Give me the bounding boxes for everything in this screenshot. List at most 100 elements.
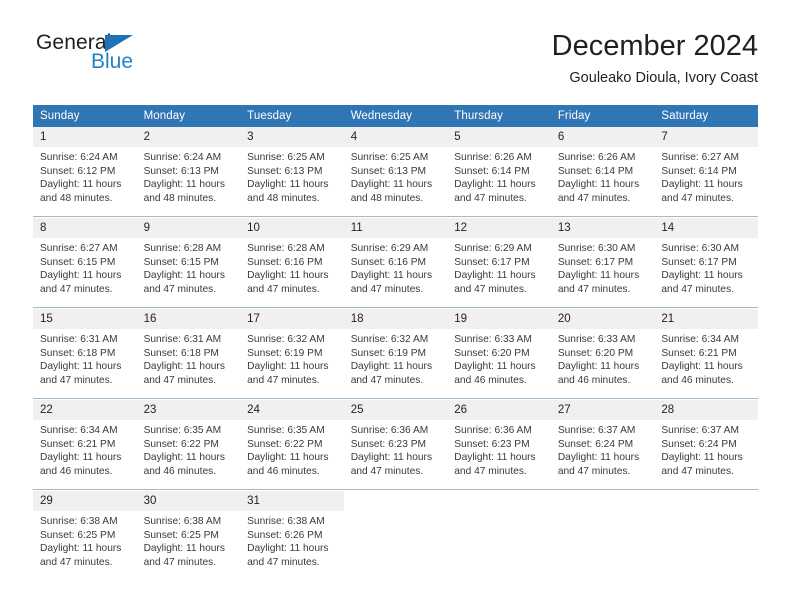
day-cell[interactable]: Sunrise: 6:29 AM Sunset: 6:17 PM Dayligh… xyxy=(447,238,551,308)
day-cell[interactable]: Sunrise: 6:38 AM Sunset: 6:25 PM Dayligh… xyxy=(136,511,241,580)
sunset-text: Sunset: 6:14 PM xyxy=(557,165,634,177)
day-cell[interactable]: Sunrise: 6:33 AM Sunset: 6:20 PM Dayligh… xyxy=(447,329,551,399)
weekday-header-tuesday: Tuesday xyxy=(240,105,344,127)
daylight-text-line1: Daylight: 11 hours xyxy=(143,543,225,555)
sunrise-text: Sunrise: 6:35 AM xyxy=(247,425,325,436)
day-number[interactable]: 19 xyxy=(447,309,551,329)
sunset-text: Sunset: 6:25 PM xyxy=(143,529,219,541)
daylight-text-line1: Daylight: 11 hours xyxy=(247,452,329,464)
daylight-text-line2: and 47 minutes. xyxy=(557,192,631,204)
sunset-text: Sunset: 6:15 PM xyxy=(40,256,116,268)
day-cell[interactable]: Sunrise: 6:38 AM Sunset: 6:26 PM Dayligh… xyxy=(240,511,344,580)
day-cell[interactable]: Sunrise: 6:27 AM Sunset: 6:15 PM Dayligh… xyxy=(33,238,137,308)
sunset-text: Sunset: 6:19 PM xyxy=(247,347,323,359)
day-cell[interactable]: Sunrise: 6:32 AM Sunset: 6:19 PM Dayligh… xyxy=(343,329,448,399)
day-number[interactable]: 2 xyxy=(136,127,241,147)
day-number[interactable]: 3 xyxy=(240,127,344,147)
day-cell[interactable]: Sunrise: 6:34 AM Sunset: 6:21 PM Dayligh… xyxy=(654,329,758,399)
daylight-text-line2: and 47 minutes. xyxy=(40,374,113,386)
day-cell[interactable]: Sunrise: 6:31 AM Sunset: 6:18 PM Dayligh… xyxy=(33,329,137,399)
day-number[interactable]: 22 xyxy=(33,400,137,420)
daylight-text-line1: Daylight: 11 hours xyxy=(454,361,536,373)
day-number[interactable]: 30 xyxy=(136,491,241,511)
day-cell-empty xyxy=(550,511,655,580)
week-info-row: Sunrise: 6:38 AM Sunset: 6:25 PM Dayligh… xyxy=(33,511,758,580)
daylight-text-line2: and 48 minutes. xyxy=(40,192,113,204)
day-cell[interactable]: Sunrise: 6:26 AM Sunset: 6:14 PM Dayligh… xyxy=(550,147,655,217)
title-block: December 2024 Gouleako Dioula, Ivory Coa… xyxy=(552,30,758,88)
day-cell[interactable]: Sunrise: 6:30 AM Sunset: 6:17 PM Dayligh… xyxy=(654,238,758,308)
day-cell[interactable]: Sunrise: 6:32 AM Sunset: 6:19 PM Dayligh… xyxy=(240,329,344,399)
day-cell[interactable]: Sunrise: 6:25 AM Sunset: 6:13 PM Dayligh… xyxy=(240,147,344,217)
day-cell[interactable]: Sunrise: 6:28 AM Sunset: 6:15 PM Dayligh… xyxy=(136,238,241,308)
sunset-text: Sunset: 6:23 PM xyxy=(454,438,530,450)
day-cell[interactable]: Sunrise: 6:37 AM Sunset: 6:24 PM Dayligh… xyxy=(550,420,655,490)
daylight-text-line1: Daylight: 11 hours xyxy=(557,452,640,464)
day-number[interactable]: 5 xyxy=(447,127,551,147)
day-cell[interactable]: Sunrise: 6:26 AM Sunset: 6:14 PM Dayligh… xyxy=(447,147,551,217)
day-number[interactable]: 26 xyxy=(447,400,551,420)
day-number[interactable]: 14 xyxy=(654,218,758,238)
day-cell[interactable]: Sunrise: 6:37 AM Sunset: 6:24 PM Dayligh… xyxy=(654,420,758,490)
day-cell[interactable]: Sunrise: 6:29 AM Sunset: 6:16 PM Dayligh… xyxy=(343,238,448,308)
sunrise-text: Sunrise: 6:33 AM xyxy=(557,334,636,345)
daylight-text-line2: and 47 minutes. xyxy=(350,465,424,477)
day-cell[interactable]: Sunrise: 6:30 AM Sunset: 6:17 PM Dayligh… xyxy=(550,238,655,308)
day-cell[interactable]: Sunrise: 6:38 AM Sunset: 6:25 PM Dayligh… xyxy=(33,511,137,580)
day-number[interactable]: 24 xyxy=(240,400,344,420)
daylight-text-line1: Daylight: 11 hours xyxy=(454,452,536,464)
day-number[interactable]: 21 xyxy=(654,309,758,329)
day-number[interactable]: 11 xyxy=(343,218,448,238)
sunrise-text: Sunrise: 6:31 AM xyxy=(40,334,118,345)
daylight-text-line2: and 46 minutes. xyxy=(247,465,320,477)
sunrise-text: Sunrise: 6:24 AM xyxy=(40,152,118,163)
page-title: December 2024 xyxy=(551,30,758,62)
daylight-text-line2: and 47 minutes. xyxy=(661,192,734,204)
day-number[interactable]: 18 xyxy=(343,309,448,329)
day-number[interactable]: 8 xyxy=(33,218,137,238)
day-number[interactable]: 10 xyxy=(240,218,344,238)
sunset-text: Sunset: 6:13 PM xyxy=(247,165,323,177)
daylight-text-line2: and 46 minutes. xyxy=(454,374,527,386)
sunset-text: Sunset: 6:17 PM xyxy=(661,256,737,268)
day-cell[interactable]: Sunrise: 6:24 AM Sunset: 6:13 PM Dayligh… xyxy=(136,147,241,217)
day-cell[interactable]: Sunrise: 6:27 AM Sunset: 6:14 PM Dayligh… xyxy=(654,147,758,217)
day-number[interactable]: 28 xyxy=(654,400,758,420)
daylight-text-line1: Daylight: 11 hours xyxy=(454,270,536,282)
day-number[interactable]: 13 xyxy=(550,218,655,238)
day-cell[interactable]: Sunrise: 6:36 AM Sunset: 6:23 PM Dayligh… xyxy=(447,420,551,490)
day-number[interactable]: 4 xyxy=(343,127,448,147)
sunset-text: Sunset: 6:13 PM xyxy=(143,165,219,177)
day-number[interactable]: 12 xyxy=(447,218,551,238)
daylight-text-line1: Daylight: 11 hours xyxy=(143,452,225,464)
day-cell[interactable]: Sunrise: 6:33 AM Sunset: 6:20 PM Dayligh… xyxy=(550,329,655,399)
day-number[interactable]: 31 xyxy=(240,491,344,511)
weekday-header-thursday: Thursday xyxy=(447,105,551,127)
sunset-text: Sunset: 6:17 PM xyxy=(557,256,634,268)
sunrise-text: Sunrise: 6:29 AM xyxy=(350,243,429,254)
day-cell[interactable]: Sunrise: 6:31 AM Sunset: 6:18 PM Dayligh… xyxy=(136,329,241,399)
day-number[interactable]: 20 xyxy=(550,309,655,329)
daylight-text-line1: Daylight: 11 hours xyxy=(40,270,122,282)
day-cell[interactable]: Sunrise: 6:24 AM Sunset: 6:12 PM Dayligh… xyxy=(33,147,137,217)
day-number[interactable]: 27 xyxy=(550,400,655,420)
day-cell[interactable]: Sunrise: 6:34 AM Sunset: 6:21 PM Dayligh… xyxy=(33,420,137,490)
day-number[interactable]: 15 xyxy=(33,309,137,329)
day-number[interactable]: 25 xyxy=(343,400,448,420)
daylight-text-line2: and 47 minutes. xyxy=(143,556,217,568)
day-cell[interactable]: Sunrise: 6:35 AM Sunset: 6:22 PM Dayligh… xyxy=(240,420,344,490)
day-number[interactable]: 9 xyxy=(136,218,241,238)
day-number[interactable]: 29 xyxy=(33,491,137,511)
day-number[interactable]: 23 xyxy=(136,400,241,420)
sunrise-text: Sunrise: 6:38 AM xyxy=(40,516,118,527)
day-cell[interactable]: Sunrise: 6:36 AM Sunset: 6:23 PM Dayligh… xyxy=(343,420,448,490)
day-number[interactable]: 17 xyxy=(240,309,344,329)
day-number[interactable]: 6 xyxy=(550,127,655,147)
day-number[interactable]: 1 xyxy=(33,127,137,147)
day-cell[interactable]: Sunrise: 6:25 AM Sunset: 6:13 PM Dayligh… xyxy=(343,147,448,217)
day-cell[interactable]: Sunrise: 6:28 AM Sunset: 6:16 PM Dayligh… xyxy=(240,238,344,308)
day-number[interactable]: 7 xyxy=(654,127,758,147)
brand-logo[interactable]: General Blue xyxy=(33,32,233,92)
day-cell[interactable]: Sunrise: 6:35 AM Sunset: 6:22 PM Dayligh… xyxy=(136,420,241,490)
day-number[interactable]: 16 xyxy=(136,309,241,329)
